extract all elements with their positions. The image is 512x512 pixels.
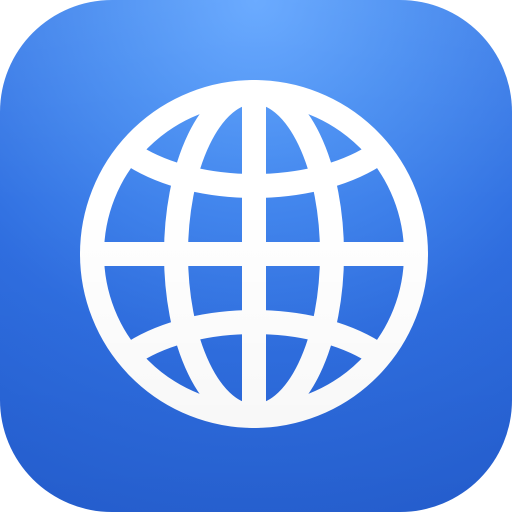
app-icon[interactable] — [0, 0, 512, 512]
globe-icon — [80, 80, 428, 428]
